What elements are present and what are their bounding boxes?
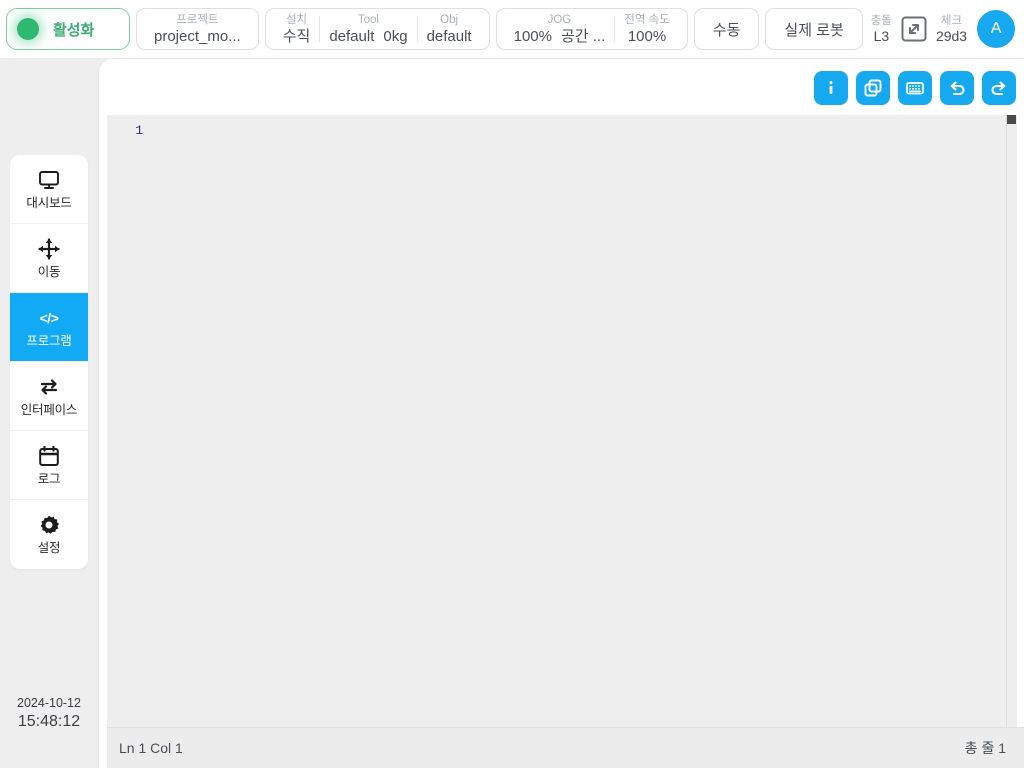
tool-field: Tool default 0kg (320, 13, 416, 46)
keyboard-icon (905, 78, 925, 98)
editor-status-bar: Ln 1 Col 1 총 줄 1 (107, 727, 1024, 768)
undo-arrow-icon (947, 78, 967, 98)
editor-scrollbar[interactable] (1006, 115, 1017, 728)
exchange-arrows-icon (38, 376, 60, 398)
redo-arrow-icon (989, 78, 1009, 98)
project-field: 프로젝트 project_mo... (145, 13, 250, 46)
avatar[interactable]: A (977, 10, 1016, 48)
clock-date: 2024-10-12 (17, 696, 81, 710)
undo-button[interactable] (940, 71, 974, 105)
monitor-icon (38, 169, 60, 191)
sidebar-item-label: 프로그램 (26, 333, 72, 348)
tool-payload: 0kg (383, 27, 408, 45)
jog-mode: 공간 ... (560, 27, 606, 45)
code-editor[interactable]: 1 (107, 115, 1017, 728)
cursor-position: Ln 1 Col 1 (119, 740, 183, 756)
tool-config-chip[interactable]: 설치 수직 Tool default 0kg Obj default (264, 8, 490, 50)
speed-chip[interactable]: JOG 100% 공간 ... 전역 속도 100% (495, 8, 688, 50)
sidebar-nav: 대시보드 이동 </> 프로그램 인터페이스 로그 설정 (10, 155, 88, 569)
check-key: 체크 (940, 14, 963, 27)
sidebar-item-log[interactable]: 로그 (10, 431, 88, 500)
status-led-green-icon (17, 18, 39, 40)
activation-toggle[interactable]: 활성화 (6, 8, 130, 50)
sidebar-item-program[interactable]: </> 프로그램 (10, 293, 88, 362)
move-arrows-icon (38, 237, 60, 260)
sidebar-item-settings[interactable]: 설정 (10, 500, 88, 569)
project-chip[interactable]: 프로젝트 project_mo... (136, 8, 259, 50)
expand-arrows-icon[interactable] (900, 15, 928, 43)
check-indicator: 체크 29d3 (934, 14, 969, 45)
top-status-bar: 활성화 프로젝트 project_mo... 설치 수직 Tool defaul… (0, 0, 1024, 58)
total-lines: 총 줄 1 (964, 740, 1006, 756)
activation-label: 활성화 (53, 21, 95, 39)
global-speed-field: 전역 속도 100% (615, 13, 679, 46)
collision-key: 충돌 (870, 14, 892, 27)
mode-button[interactable]: 수동 (693, 8, 760, 50)
sidebar-item-move[interactable]: 이동 (10, 224, 88, 293)
sidebar-item-dashboard[interactable]: 대시보드 (10, 155, 88, 224)
clock: 2024-10-12 15:48:12 (0, 695, 98, 732)
copy-icon (863, 78, 883, 98)
code-content-area[interactable] (147, 115, 1007, 728)
sidebar-item-label: 이동 (37, 264, 61, 279)
obj-value: default (426, 27, 472, 45)
install-key: 설치 (285, 13, 308, 26)
clock-time: 15:48:12 (17, 713, 81, 730)
jog-value: 100% (513, 27, 552, 45)
main-panel: 1 Ln 1 Col 1 총 줄 1 (98, 58, 1024, 768)
obj-key: Obj (440, 13, 459, 26)
jog-field: JOG 100% 공간 ... (505, 13, 615, 46)
tool-value: default (329, 27, 375, 45)
line-number: 1 (135, 123, 143, 138)
redo-button[interactable] (982, 71, 1016, 105)
calendar-icon (38, 445, 60, 467)
install-value: 수직 (282, 27, 311, 45)
global-speed-key: 전역 속도 (624, 13, 670, 26)
collision-value: L3 (873, 27, 890, 44)
global-speed-value: 100% (627, 27, 667, 45)
sidebar-item-interface[interactable]: 인터페이스 (10, 362, 88, 431)
robot-source-button[interactable]: 실제 로봇 (765, 8, 863, 50)
obj-field: Obj default (418, 13, 481, 46)
sidebar-item-label: 인터페이스 (20, 402, 78, 417)
sidebar-item-label: 설정 (37, 541, 61, 555)
info-button[interactable] (814, 71, 848, 105)
keyboard-button[interactable] (898, 71, 932, 105)
line-number-gutter: 1 (107, 115, 147, 728)
jog-key: JOG (547, 13, 572, 26)
editor-toolbar (814, 71, 1016, 105)
gear-icon (38, 514, 60, 536)
info-icon (821, 78, 841, 98)
collision-indicator: 충돌 L3 (869, 14, 894, 45)
install-field: 설치 수직 (274, 13, 320, 46)
project-key: 프로젝트 (176, 13, 219, 26)
check-value: 29d3 (935, 27, 968, 44)
tool-key: Tool (357, 13, 379, 26)
sidebar-item-label: 로그 (37, 471, 61, 486)
project-value: project_mo... (154, 27, 241, 45)
duplicate-button[interactable] (856, 71, 890, 105)
left-rail: 대시보드 이동 </> 프로그램 인터페이스 로그 설정 2024-10-12 … (0, 58, 98, 768)
scrollbar-thumb[interactable] (1007, 115, 1016, 124)
sidebar-item-label: 대시보드 (26, 195, 72, 210)
code-brackets-icon: </> (39, 309, 59, 326)
